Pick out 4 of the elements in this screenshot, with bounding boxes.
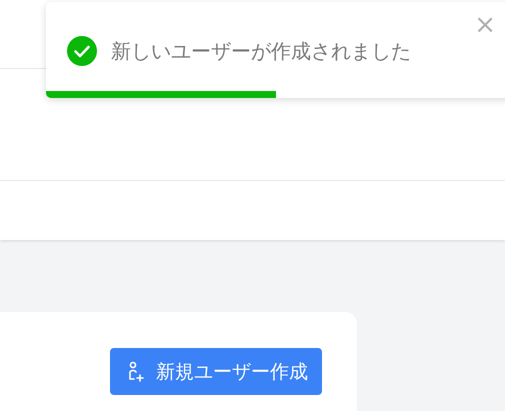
close-button[interactable]: ×: [474, 12, 496, 38]
create-user-button[interactable]: 新規ユーザー作成: [110, 348, 322, 395]
toast-message: 新しいユーザーが作成されました: [111, 38, 411, 64]
user-plus-icon: [126, 360, 146, 382]
